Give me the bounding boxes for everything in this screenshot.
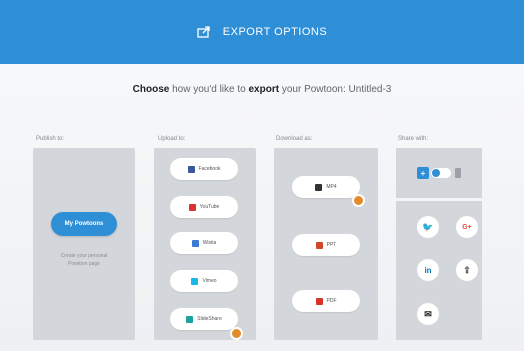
trash-icon — [455, 168, 461, 178]
page-subtitle: Choose how you'd like to export your Pow… — [0, 84, 524, 95]
toggle-knob — [432, 169, 440, 177]
upload-vimeo-button[interactable]: Vimeo — [170, 270, 238, 292]
share-toggle[interactable]: + — [417, 166, 461, 180]
wistia-icon — [191, 239, 199, 247]
publish-label: Publish to: — [36, 136, 65, 142]
facebook-label: Facebook — [198, 166, 221, 172]
youtube-label: YouTube — [199, 204, 220, 210]
mp4-label: MP4 — [326, 184, 337, 190]
share-link-icon[interactable]: ⇪ — [456, 259, 478, 281]
vimeo-icon — [191, 277, 199, 285]
upload-facebook-button[interactable]: Facebook — [170, 158, 238, 180]
share-label: Share with: — [398, 136, 429, 142]
facebook-icon — [187, 165, 195, 173]
facebook-share-icon: + — [417, 167, 429, 179]
publish-note: Create your personal Powtoon page — [52, 252, 116, 268]
upload-wistia-button[interactable]: Wistia — [170, 232, 238, 254]
google-plus-icon[interactable]: G+ — [456, 216, 478, 238]
header-title: EXPORT OPTIONS — [222, 26, 328, 38]
toggle-switch[interactable] — [431, 168, 451, 178]
slideshare-icon — [186, 315, 194, 323]
download-pdf-button[interactable]: PDF — [292, 290, 360, 312]
download-label: Download as: — [276, 136, 313, 142]
my-powtoons-button[interactable]: My Powtoons — [51, 212, 117, 236]
twitter-icon[interactable]: 🐦 — [417, 216, 439, 238]
publish-note-line2: Powtoon page — [68, 261, 100, 267]
linkedin-icon[interactable]: in — [417, 259, 439, 281]
upload-label: Upload to: — [158, 136, 186, 142]
subtitle-middle: how you'd like to — [169, 84, 249, 95]
youtube-icon — [188, 203, 196, 211]
pdf-icon — [315, 297, 323, 305]
subtitle-export: export — [248, 84, 280, 95]
upload-youtube-button[interactable]: YouTube — [170, 196, 238, 218]
email-icon[interactable]: ✉ — [417, 303, 439, 325]
vimeo-label: Vimeo — [202, 278, 217, 284]
publish-note-line1: Create your personal — [60, 253, 108, 259]
mp4-badge — [352, 194, 365, 207]
powerpoint-icon — [315, 241, 323, 249]
ppt-label: PPT — [326, 242, 337, 248]
publish-panel — [33, 148, 135, 340]
export-icon — [197, 26, 211, 38]
subtitle-suffix: your Powtoon: Untitled-3 — [279, 84, 392, 95]
download-ppt-button[interactable]: PPT — [292, 234, 360, 256]
download-mp4-button[interactable]: MP4 — [292, 176, 360, 198]
upload-slideshare-button[interactable]: SlideShare — [170, 308, 238, 330]
wistia-label: Wistia — [202, 240, 217, 246]
pdf-label: PDF — [326, 298, 337, 304]
export-header: EXPORT OPTIONS — [0, 0, 524, 64]
slideshare-label: SlideShare — [197, 316, 222, 322]
film-icon — [315, 183, 323, 191]
subtitle-prefix: Choose — [132, 84, 170, 95]
slideshare-badge — [230, 327, 243, 340]
